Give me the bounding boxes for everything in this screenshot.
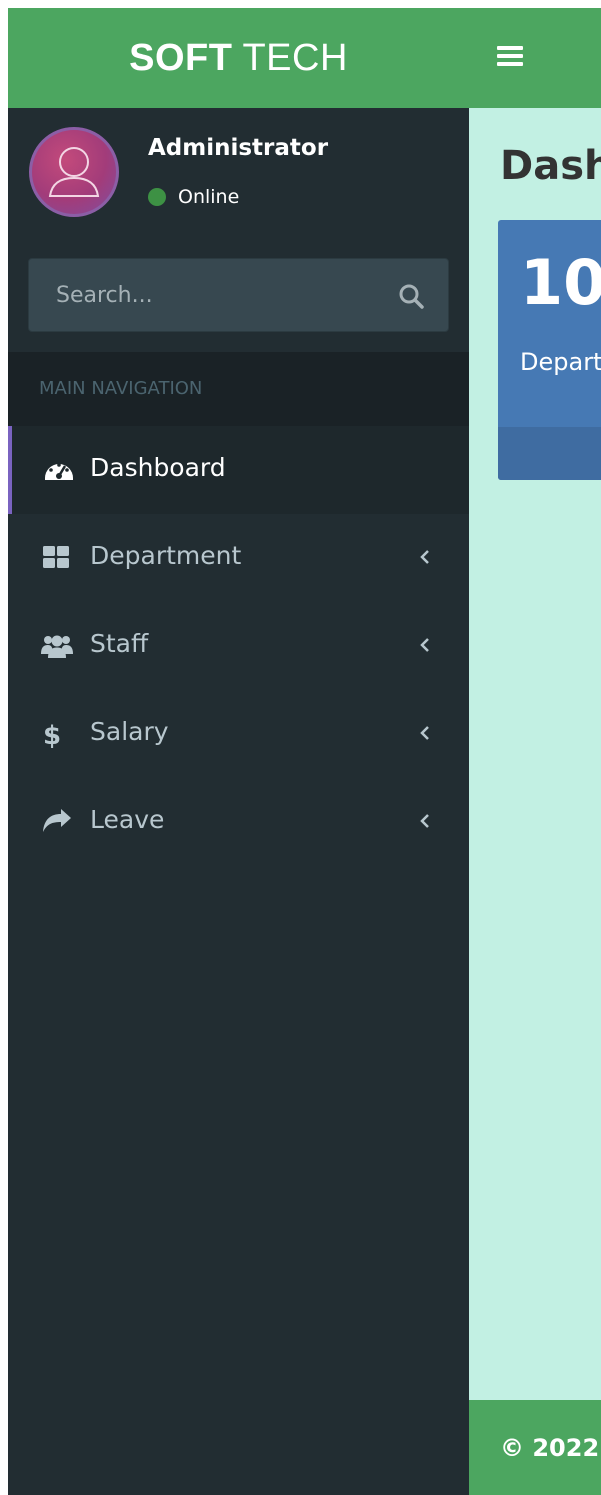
main-footer: © 2022 SOFT TECH	[469, 1400, 601, 1495]
sidebar-item-salary[interactable]: $ Salary	[8, 690, 469, 778]
sidebar-item-staff[interactable]: Staff	[8, 602, 469, 690]
content-wrapper: Dashboard 10 Department	[469, 108, 601, 1400]
sidebar-search-form	[28, 258, 449, 332]
department-info-box[interactable]: 10 Department	[498, 220, 601, 480]
sidebar-item-dashboard[interactable]: Dashboard	[8, 426, 469, 514]
sidebar-item-label: Department	[90, 541, 242, 570]
user-status-text: Online	[178, 186, 240, 208]
online-status-dot-icon	[148, 188, 166, 206]
sidebar-item-label: Leave	[90, 805, 165, 834]
info-box-label: Department	[520, 348, 601, 376]
chevron-left-icon	[419, 812, 431, 830]
sidebar-item-department[interactable]: Department	[8, 514, 469, 602]
sidebar-item-leave[interactable]: Leave	[8, 778, 469, 866]
app-frame: SOFT TECH Administrator Online Search...…	[8, 8, 601, 1495]
main-navigation-header: MAIN NAVIGATION	[8, 352, 469, 426]
dollar-icon: $	[41, 720, 73, 751]
top-navbar	[469, 8, 601, 108]
grid-icon	[41, 544, 73, 572]
user-panel: Administrator Online	[8, 108, 469, 248]
logo[interactable]: SOFT TECH	[8, 8, 469, 108]
info-box-number: 10	[520, 246, 601, 319]
sidebar: Administrator Online MAIN NAVIGATION	[8, 108, 469, 1495]
main-header: SOFT TECH	[8, 8, 601, 108]
search-icon[interactable]	[398, 283, 424, 309]
sidebar-item-label: Staff	[90, 629, 149, 658]
sidebar-item-label: Salary	[90, 717, 169, 746]
search-input[interactable]	[29, 259, 369, 331]
dashboard-gauge-icon	[43, 456, 75, 484]
users-icon	[41, 632, 73, 660]
hamburger-icon[interactable]	[497, 46, 523, 68]
sidebar-item-label: Dashboard	[90, 453, 226, 482]
info-box-footer[interactable]	[498, 427, 601, 480]
user-status: Online	[148, 186, 239, 208]
user-name: Administrator	[148, 135, 329, 161]
logo-bold-text: SOFT	[129, 36, 233, 79]
page-title: Dashboard	[500, 143, 601, 189]
sidebar-menu: Dashboard Department Staff $ Salary Leav…	[8, 426, 469, 866]
chevron-left-icon	[419, 636, 431, 654]
share-arrow-icon	[41, 808, 73, 836]
chevron-left-icon	[419, 548, 431, 566]
footer-copyright: © 2022 SOFT TECH	[500, 1434, 601, 1462]
logo-light-text: TECH	[242, 36, 348, 79]
svg-text:$: $	[43, 721, 61, 748]
user-avatar-icon	[29, 127, 119, 217]
chevron-left-icon	[419, 724, 431, 742]
